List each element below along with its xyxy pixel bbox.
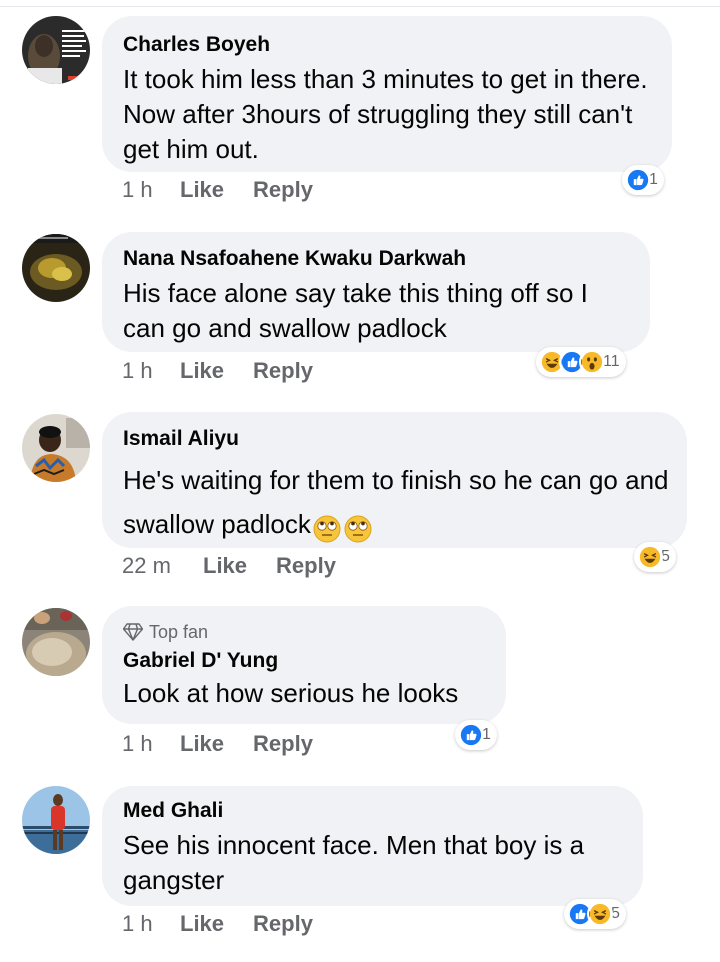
avatar-image [22,608,90,676]
comment-author[interactable]: Charles Boyeh [123,32,650,58]
reply-button[interactable]: Reply [276,553,336,579]
comment-text: See his innocent face. Men that boy is a… [123,830,585,895]
like-button[interactable]: Like [180,731,224,757]
comment-text: It took him less than 3 minutes to get i… [123,64,648,164]
like-reaction-icon [625,167,651,193]
wow-reaction-icon [579,349,605,375]
top-fan-label: Top fan [149,622,209,642]
comment-bubble: Top fan Gabriel D' Yung Look at how seri… [102,606,506,724]
comment-time[interactable]: 1 h [122,911,180,937]
avatar-image [22,16,90,84]
avatar-image [22,786,90,854]
reply-button[interactable]: Reply [253,177,313,203]
reply-button[interactable]: Reply [253,358,313,384]
top-fan-badge: Top fan [123,620,484,644]
comment-actions: 1 h Like Reply [122,177,342,203]
comment-text: Look at how serious he looks [123,678,459,708]
comment-actions: 22 m Like Reply [122,553,365,579]
avatar[interactable] [22,608,90,676]
haha-reaction-icon [637,544,663,570]
like-reaction-icon [458,722,484,748]
top-divider [0,6,720,7]
comment-actions: 1 h Like Reply [122,358,342,384]
comment-bubble: Nana Nsafoahene Kwaku Darkwah His face a… [102,232,650,352]
comment-author[interactable]: Ismail Aliyu [123,426,665,452]
avatar[interactable] [22,414,90,482]
comment-actions: 1 h Like Reply [122,731,342,757]
reaction-count: 11 [603,353,620,370]
comment-time[interactable]: 1 h [122,177,180,203]
comment-actions: 1 h Like Reply [122,911,342,937]
like-button[interactable]: Like [180,358,224,384]
reactions-summary[interactable]: 1 [622,165,664,195]
comment-bubble: Charles Boyeh It took him less than 3 mi… [102,16,672,172]
comment-author[interactable]: Med Ghali [123,798,621,824]
reactions-summary[interactable]: 5 [564,899,626,929]
eye-roll-emoji [343,514,373,544]
like-button[interactable]: Like [203,553,247,579]
avatar[interactable] [22,786,90,854]
comment-time[interactable]: 1 h [122,731,180,757]
comment-text: He's waiting for them to finish so he ca… [123,465,669,539]
reactions-summary[interactable]: 1 [455,720,497,750]
reply-button[interactable]: Reply [253,731,313,757]
like-button[interactable]: Like [180,911,224,937]
haha-reaction-icon [587,901,613,927]
avatar-image [22,414,90,482]
comment-time[interactable]: 1 h [122,358,180,384]
comment-bubble: Med Ghali See his innocent face. Men tha… [102,786,643,906]
reply-button[interactable]: Reply [253,911,313,937]
comment-bubble: Ismail Aliyu He's waiting for them to fi… [102,412,687,548]
comment-text-wrap: He's waiting for them to finish so he ca… [123,458,673,546]
diamond-icon [123,623,143,641]
avatar[interactable] [22,16,90,84]
comment-author[interactable]: Gabriel D' Yung [123,648,484,674]
reactions-summary[interactable]: 5 [634,542,676,572]
comment-text: His face alone say take this thing off s… [123,278,588,343]
comment-author[interactable]: Nana Nsafoahene Kwaku Darkwah [123,246,628,272]
like-button[interactable]: Like [180,177,224,203]
reactions-summary[interactable]: 11 [536,347,626,377]
avatar[interactable] [22,234,90,302]
comment-time[interactable]: 22 m [122,553,203,579]
eye-roll-emoji [312,514,342,544]
avatar-image [22,234,90,302]
